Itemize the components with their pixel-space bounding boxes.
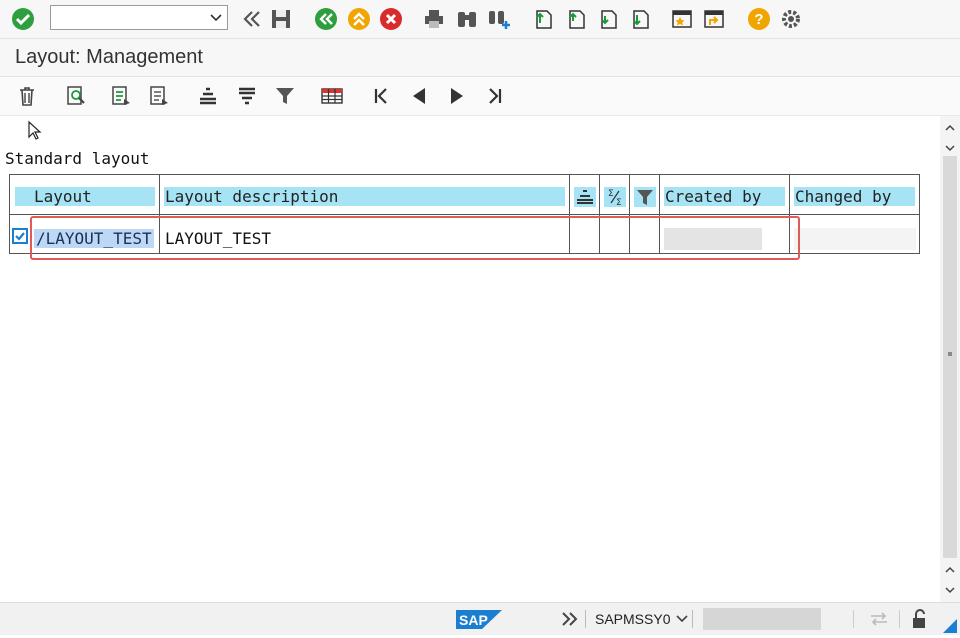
find-next-icon[interactable]: [486, 6, 512, 32]
sap-logo: SAP: [456, 610, 502, 629]
display-details-icon[interactable]: [63, 83, 89, 109]
create-session-icon[interactable]: [669, 6, 695, 32]
vertical-scrollbar[interactable]: [940, 116, 960, 602]
filter-column-icon[interactable]: [634, 187, 656, 207]
last-entry-icon[interactable]: [482, 83, 508, 109]
content-area: Standard layout Layout Layout descriptio…: [0, 116, 940, 602]
expand-status-icon[interactable]: [560, 611, 580, 632]
page-title: Layout: Management: [15, 46, 203, 68]
scroll-down-bottom-icon[interactable]: [944, 582, 956, 600]
collapse-left-icon[interactable]: [238, 6, 264, 32]
scroll-up-icon[interactable]: [944, 120, 956, 138]
previous-page-icon[interactable]: [563, 6, 589, 32]
shortcut-icon[interactable]: [701, 6, 727, 32]
default-setting-column-icon[interactable]: [574, 187, 596, 207]
enter-check-icon[interactable]: [10, 6, 36, 32]
section-title: Standard layout: [5, 149, 150, 168]
first-page-icon[interactable]: [530, 6, 556, 32]
select-layout-table-icon[interactable]: [319, 83, 345, 109]
totals-column-icon[interactable]: ΣΣ: [604, 187, 626, 208]
svg-text:Σ: Σ: [608, 189, 614, 199]
exit-icon[interactable]: [346, 6, 372, 32]
header-changed-by[interactable]: Changed by: [794, 187, 915, 206]
row-checkbox[interactable]: [12, 228, 28, 249]
last-page-icon[interactable]: [627, 6, 653, 32]
status-server-field: [703, 608, 821, 630]
scroll-up-bottom-icon[interactable]: [944, 562, 956, 580]
status-dropdown-icon[interactable]: [675, 612, 689, 631]
status-divider: [899, 610, 900, 628]
cell-changed-by[interactable]: [794, 228, 916, 250]
first-entry-icon[interactable]: [368, 83, 394, 109]
filter-icon[interactable]: [272, 83, 298, 109]
back-icon[interactable]: [313, 6, 339, 32]
command-field[interactable]: [50, 5, 228, 30]
scroll-thumb[interactable]: [943, 156, 957, 558]
delete-trash-icon[interactable]: [14, 83, 40, 109]
help-icon[interactable]: ?: [746, 6, 772, 32]
sap-logo-text: SAP: [459, 612, 488, 628]
header-created-by[interactable]: Created by: [664, 187, 785, 206]
settings-gear-icon[interactable]: [778, 6, 804, 32]
previous-entry-icon[interactable]: [406, 83, 432, 109]
header-layout[interactable]: Layout: [15, 187, 155, 206]
system-toolbar: ?: [0, 0, 960, 39]
row-highlight-box: [30, 216, 800, 260]
next-page-icon[interactable]: [595, 6, 621, 32]
status-system: SAPMSSY0: [595, 611, 671, 627]
find-icon[interactable]: [454, 6, 480, 32]
svg-text:?: ?: [754, 11, 763, 28]
transfer-icon[interactable]: [868, 611, 890, 632]
resize-grip-icon[interactable]: [943, 619, 957, 638]
save-icon[interactable]: [268, 6, 294, 32]
cancel-icon[interactable]: [378, 6, 404, 32]
sort-ascending-icon[interactable]: [195, 83, 221, 109]
status-divider: [853, 610, 854, 628]
status-divider: [692, 610, 693, 628]
status-bar: SAP SAPMSSY0: [0, 602, 960, 635]
sort-descending-icon[interactable]: [234, 83, 260, 109]
title-bar: Layout: Management: [0, 39, 960, 77]
import-layout-icon[interactable]: [146, 83, 172, 109]
svg-text:Σ: Σ: [616, 198, 622, 207]
mouse-cursor-icon: [27, 120, 43, 147]
grid-header-row: Layout Layout description ΣΣ Created by …: [10, 175, 919, 215]
status-divider: [585, 610, 586, 628]
chevron-down-icon[interactable]: [209, 9, 223, 30]
scroll-grip: [948, 352, 952, 356]
print-icon[interactable]: [421, 6, 447, 32]
next-entry-icon[interactable]: [444, 83, 470, 109]
header-layout-description[interactable]: Layout description: [164, 187, 565, 206]
export-layout-icon[interactable]: [108, 83, 134, 109]
lock-icon[interactable]: [910, 609, 928, 634]
application-toolbar: [0, 77, 960, 116]
